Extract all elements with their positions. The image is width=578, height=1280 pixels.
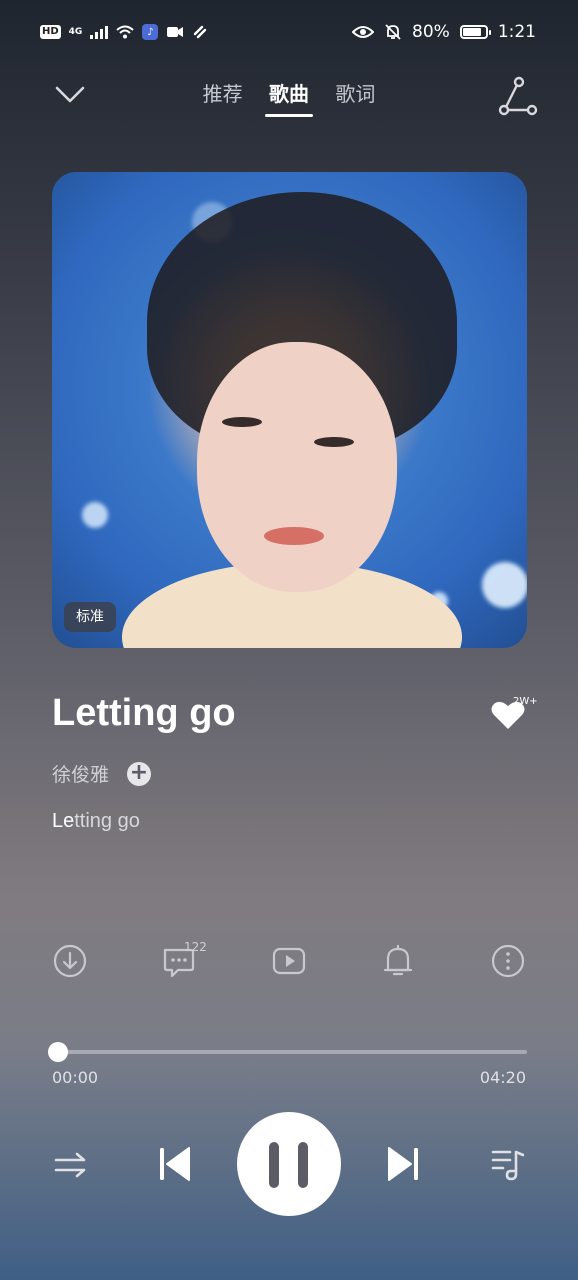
link-icon bbox=[194, 25, 207, 39]
lyric-highlighted: Le bbox=[52, 810, 75, 832]
lyric-remaining: tting go bbox=[74, 810, 140, 832]
tab-song[interactable]: 歌曲 bbox=[265, 78, 313, 117]
playlist-icon[interactable] bbox=[490, 1146, 526, 1182]
hd-badge: HD bbox=[40, 25, 61, 39]
battery-percent: 80% bbox=[412, 22, 450, 42]
clock: 1:21 bbox=[497, 22, 536, 42]
album-cover[interactable]: 标准 bbox=[52, 172, 527, 648]
status-right: 80% 1:21 bbox=[352, 22, 536, 42]
wifi-icon bbox=[116, 25, 134, 39]
quality-badge[interactable]: 标准 bbox=[64, 602, 116, 632]
tab-lyrics[interactable]: 歌词 bbox=[335, 78, 375, 117]
more-icon[interactable] bbox=[489, 942, 527, 980]
music-app-icon: ♪ bbox=[142, 24, 159, 40]
time-total: 04:20 bbox=[479, 1068, 526, 1087]
comment-count: 122 bbox=[184, 940, 207, 954]
progress-bar[interactable] bbox=[48, 1042, 527, 1062]
like-count: 2W+ bbox=[513, 696, 538, 707]
action-row bbox=[0, 938, 578, 984]
pause-button[interactable] bbox=[237, 1112, 341, 1216]
share-icon[interactable] bbox=[498, 76, 538, 116]
download-icon[interactable] bbox=[51, 942, 89, 980]
status-left: HD 4G ♪ bbox=[40, 24, 208, 40]
artist-name[interactable]: 徐俊雅 bbox=[52, 760, 109, 787]
pause-icon bbox=[269, 1142, 279, 1188]
mute-bell-icon bbox=[385, 24, 401, 40]
time-current: 00:00 bbox=[52, 1068, 99, 1087]
next-icon[interactable] bbox=[386, 1144, 420, 1184]
bell-icon[interactable] bbox=[379, 942, 417, 980]
repeat-icon[interactable] bbox=[54, 1150, 88, 1180]
current-lyric[interactable]: Letting go bbox=[52, 810, 140, 833]
song-title: Letting go bbox=[52, 692, 236, 734]
player-header: 推荐 歌曲 歌词 bbox=[0, 70, 578, 120]
artist-row: 徐俊雅 + bbox=[52, 760, 152, 787]
follow-artist-button[interactable]: + bbox=[127, 761, 152, 786]
video-icon[interactable] bbox=[270, 942, 308, 980]
tab-bar: 推荐 歌曲 歌词 bbox=[0, 78, 578, 117]
progress-thumb[interactable] bbox=[48, 1042, 68, 1062]
video-call-icon bbox=[167, 27, 184, 37]
eye-icon bbox=[352, 26, 375, 38]
network-type: 4G bbox=[68, 27, 83, 37]
playback-controls bbox=[0, 1110, 578, 1220]
status-bar: HD 4G ♪ 80% 1:21 bbox=[0, 0, 578, 70]
tab-recommend[interactable]: 推荐 bbox=[203, 78, 243, 117]
battery-icon bbox=[459, 25, 491, 39]
previous-icon[interactable] bbox=[158, 1144, 192, 1184]
signal-icon bbox=[90, 25, 109, 39]
